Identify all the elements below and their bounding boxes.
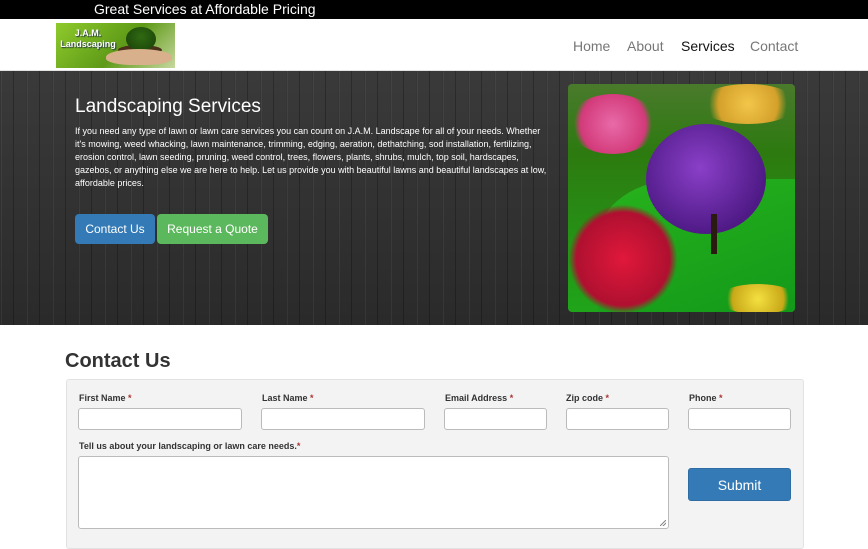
logo-plant-icon [126, 27, 156, 51]
logo-hands-icon [106, 49, 172, 65]
email-field[interactable] [444, 408, 547, 430]
phone-field[interactable] [688, 408, 791, 430]
submit-button[interactable]: Submit [688, 468, 791, 501]
hero-description: If you need any type of lawn or lawn car… [75, 126, 547, 188]
nav-services[interactable]: Services [681, 38, 735, 54]
garden-yellow-flowers [698, 84, 795, 124]
garden-pink-flowers [568, 94, 658, 154]
navbar: J.A.M. Landscaping Home About Services C… [0, 19, 868, 71]
request-quote-button[interactable]: Request a Quote [157, 214, 268, 244]
garden-image [568, 84, 795, 312]
needs-textarea[interactable] [78, 456, 669, 529]
top-bar: Great Services at Affordable Pricing [0, 0, 868, 19]
hero-title: Landscaping Services [75, 96, 261, 117]
email-label: Email Address * [445, 393, 514, 403]
nav-home[interactable]: Home [573, 38, 610, 54]
garden-tree-trunk [711, 214, 717, 254]
zip-label: Zip code * [566, 393, 610, 403]
first-name-field[interactable] [78, 408, 242, 430]
needs-label: Tell us about your landscaping or lawn c… [79, 441, 301, 451]
nav-contact[interactable]: Contact [750, 38, 798, 54]
first-name-label: First Name * [79, 393, 132, 403]
garden-yellow-bed [718, 284, 795, 312]
logo-text: J.A.M. Landscaping [60, 28, 116, 49]
garden-purple-tree [646, 124, 766, 234]
contact-us-button[interactable]: Contact Us [75, 214, 155, 244]
last-name-label: Last Name * [262, 393, 314, 403]
zip-field[interactable] [566, 408, 669, 430]
nav-about[interactable]: About [627, 38, 664, 54]
garden-red-maple [568, 204, 678, 312]
company-logo[interactable]: J.A.M. Landscaping [56, 23, 175, 68]
contact-title: Contact Us [65, 350, 171, 372]
last-name-field[interactable] [261, 408, 425, 430]
resize-grip-icon[interactable] [660, 520, 666, 526]
hero-section: Landscaping Services If you need any typ… [0, 71, 868, 325]
tagline: Great Services at Affordable Pricing [94, 1, 316, 17]
phone-label: Phone * [689, 393, 723, 403]
